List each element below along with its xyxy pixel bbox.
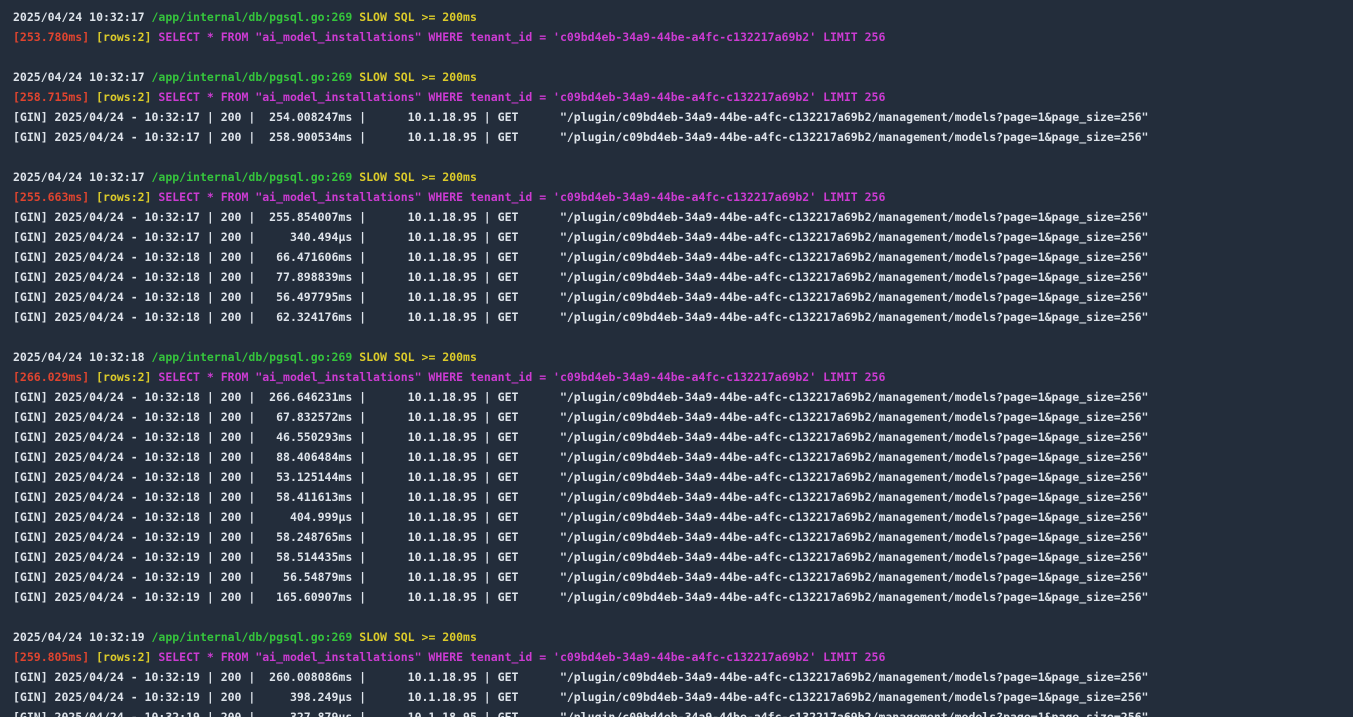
- log-segment: [GIN] 2025/04/24 - 10:32:18 | 200 | 56.4…: [13, 290, 1149, 304]
- log-line: [GIN] 2025/04/24 - 10:32:17 | 200 | 340.…: [13, 227, 1148, 247]
- log-line: [GIN] 2025/04/24 - 10:32:18 | 200 | 77.8…: [13, 267, 1148, 287]
- log-segment: 2025/04/24 10:32:17: [13, 70, 152, 84]
- log-segment: SELECT * FROM "ai_model_installations" W…: [158, 650, 886, 664]
- log-segment: [266.029ms]: [13, 370, 97, 384]
- log-line: [GIN] 2025/04/24 - 10:32:19 | 200 | 58.2…: [13, 527, 1148, 547]
- log-segment: [GIN] 2025/04/24 - 10:32:17 | 200 | 340.…: [13, 230, 1149, 244]
- log-segment: [GIN] 2025/04/24 - 10:32:18 | 200 | 46.5…: [13, 430, 1149, 444]
- log-segment: /app/internal/db/pgsql.go:269: [151, 70, 360, 84]
- log-segment: SLOW SQL >= 200ms: [359, 10, 477, 24]
- log-line: 2025/04/24 10:32:19 /app/internal/db/pgs…: [13, 627, 477, 647]
- log-line: [GIN] 2025/04/24 - 10:32:18 | 200 | 66.4…: [13, 247, 1148, 267]
- log-segment: [GIN] 2025/04/24 - 10:32:18 | 200 | 266.…: [13, 390, 1149, 404]
- log-line: 2025/04/24 10:32:17 /app/internal/db/pgs…: [13, 167, 477, 187]
- log-segment: [GIN] 2025/04/24 - 10:32:18 | 200 | 62.3…: [13, 310, 1149, 324]
- log-line: [GIN] 2025/04/24 - 10:32:18 | 200 | 62.3…: [13, 307, 1148, 327]
- log-segment: [GIN] 2025/04/24 - 10:32:19 | 200 | 56.5…: [13, 570, 1149, 584]
- log-segment: 2025/04/24 10:32:18: [13, 350, 152, 364]
- log-segment: /app/internal/db/pgsql.go:269: [151, 10, 360, 24]
- log-segment: 2025/04/24 10:32:17: [13, 170, 152, 184]
- log-line: [GIN] 2025/04/24 - 10:32:19 | 200 | 58.5…: [13, 547, 1148, 567]
- log-segment: [GIN] 2025/04/24 - 10:32:19 | 200 | 327.…: [13, 710, 1149, 717]
- log-segment: [rows:2]: [96, 30, 159, 44]
- log-line: [GIN] 2025/04/24 - 10:32:18 | 200 | 56.4…: [13, 287, 1148, 307]
- log-line: [GIN] 2025/04/24 - 10:32:17 | 200 | 254.…: [13, 107, 1148, 127]
- log-line: [GIN] 2025/04/24 - 10:32:17 | 200 | 255.…: [13, 207, 1148, 227]
- log-segment: [GIN] 2025/04/24 - 10:32:18 | 200 | 58.4…: [13, 490, 1149, 504]
- log-segment: SELECT * FROM "ai_model_installations" W…: [158, 30, 886, 44]
- log-line: [GIN] 2025/04/24 - 10:32:18 | 200 | 46.5…: [13, 427, 1148, 447]
- log-segment: [GIN] 2025/04/24 - 10:32:18 | 200 | 53.1…: [13, 470, 1149, 484]
- log-segment: 2025/04/24 10:32:17: [13, 10, 152, 24]
- log-segment: SLOW SQL >= 200ms: [359, 170, 477, 184]
- log-line: [GIN] 2025/04/24 - 10:32:18 | 200 | 58.4…: [13, 487, 1148, 507]
- log-segment: [GIN] 2025/04/24 - 10:32:17 | 200 | 258.…: [13, 130, 1149, 144]
- log-segment: SELECT * FROM "ai_model_installations" W…: [158, 190, 886, 204]
- log-line: [258.715ms] [rows:2] SELECT * FROM "ai_m…: [13, 87, 885, 107]
- log-line: 2025/04/24 10:32:18 /app/internal/db/pgs…: [13, 347, 477, 367]
- log-segment: [255.663ms]: [13, 190, 97, 204]
- log-line: [GIN] 2025/04/24 - 10:32:18 | 200 | 266.…: [13, 387, 1148, 407]
- log-segment: [259.805ms]: [13, 650, 97, 664]
- log-line: [253.780ms] [rows:2] SELECT * FROM "ai_m…: [13, 27, 885, 47]
- log-segment: [rows:2]: [96, 190, 159, 204]
- log-line: [GIN] 2025/04/24 - 10:32:18 | 200 | 53.1…: [13, 467, 1148, 487]
- log-segment: 2025/04/24 10:32:19: [13, 630, 152, 644]
- log-line: [255.663ms] [rows:2] SELECT * FROM "ai_m…: [13, 187, 885, 207]
- log-line: [266.029ms] [rows:2] SELECT * FROM "ai_m…: [13, 367, 885, 387]
- log-line: [GIN] 2025/04/24 - 10:32:18 | 200 | 67.8…: [13, 407, 1148, 427]
- log-segment: SLOW SQL >= 200ms: [359, 630, 477, 644]
- log-segment: [GIN] 2025/04/24 - 10:32:18 | 200 | 404.…: [13, 510, 1149, 524]
- log-line: [GIN] 2025/04/24 - 10:32:18 | 200 | 88.4…: [13, 447, 1148, 467]
- log-segment: /app/internal/db/pgsql.go:269: [151, 170, 360, 184]
- log-line: [GIN] 2025/04/24 - 10:32:19 | 200 | 165.…: [13, 587, 1148, 607]
- log-segment: [258.715ms]: [13, 90, 97, 104]
- log-line: [GIN] 2025/04/24 - 10:32:19 | 200 | 398.…: [13, 687, 1148, 707]
- log-segment: SLOW SQL >= 200ms: [359, 350, 477, 364]
- log-line: 2025/04/24 10:32:17 /app/internal/db/pgs…: [13, 67, 477, 87]
- log-line: [GIN] 2025/04/24 - 10:32:17 | 200 | 258.…: [13, 127, 1148, 147]
- log-segment: [GIN] 2025/04/24 - 10:32:18 | 200 | 77.8…: [13, 270, 1149, 284]
- log-segment: [rows:2]: [96, 650, 159, 664]
- log-segment: SLOW SQL >= 200ms: [359, 70, 477, 84]
- log-segment: SELECT * FROM "ai_model_installations" W…: [158, 90, 886, 104]
- log-segment: [GIN] 2025/04/24 - 10:32:17 | 200 | 255.…: [13, 210, 1149, 224]
- log-segment: [253.780ms]: [13, 30, 97, 44]
- log-segment: [rows:2]: [96, 90, 159, 104]
- log-segment: [GIN] 2025/04/24 - 10:32:19 | 200 | 165.…: [13, 590, 1149, 604]
- log-segment: /app/internal/db/pgsql.go:269: [151, 350, 360, 364]
- log-segment: [GIN] 2025/04/24 - 10:32:19 | 200 | 260.…: [13, 670, 1149, 684]
- log-segment: [rows:2]: [96, 370, 159, 384]
- log-segment: [GIN] 2025/04/24 - 10:32:18 | 200 | 67.8…: [13, 410, 1149, 424]
- log-line: [GIN] 2025/04/24 - 10:32:19 | 200 | 260.…: [13, 667, 1148, 687]
- log-segment: /app/internal/db/pgsql.go:269: [151, 630, 360, 644]
- log-segment: [GIN] 2025/04/24 - 10:32:17 | 200 | 254.…: [13, 110, 1149, 124]
- log-segment: [GIN] 2025/04/24 - 10:32:18 | 200 | 88.4…: [13, 450, 1149, 464]
- log-line: [259.805ms] [rows:2] SELECT * FROM "ai_m…: [13, 647, 885, 667]
- log-segment: [GIN] 2025/04/24 - 10:32:19 | 200 | 58.2…: [13, 530, 1149, 544]
- terminal-output: 2025/04/24 10:32:17 /app/internal/db/pgs…: [0, 0, 1353, 717]
- log-line: [GIN] 2025/04/24 - 10:32:18 | 200 | 404.…: [13, 507, 1148, 527]
- log-line: 2025/04/24 10:32:17 /app/internal/db/pgs…: [13, 7, 477, 27]
- log-line: [GIN] 2025/04/24 - 10:32:19 | 200 | 327.…: [13, 707, 1148, 717]
- log-segment: [GIN] 2025/04/24 - 10:32:18 | 200 | 66.4…: [13, 250, 1149, 264]
- log-line: [GIN] 2025/04/24 - 10:32:19 | 200 | 56.5…: [13, 567, 1148, 587]
- log-segment: [GIN] 2025/04/24 - 10:32:19 | 200 | 398.…: [13, 690, 1149, 704]
- log-segment: [GIN] 2025/04/24 - 10:32:19 | 200 | 58.5…: [13, 550, 1149, 564]
- log-segment: SELECT * FROM "ai_model_installations" W…: [158, 370, 886, 384]
